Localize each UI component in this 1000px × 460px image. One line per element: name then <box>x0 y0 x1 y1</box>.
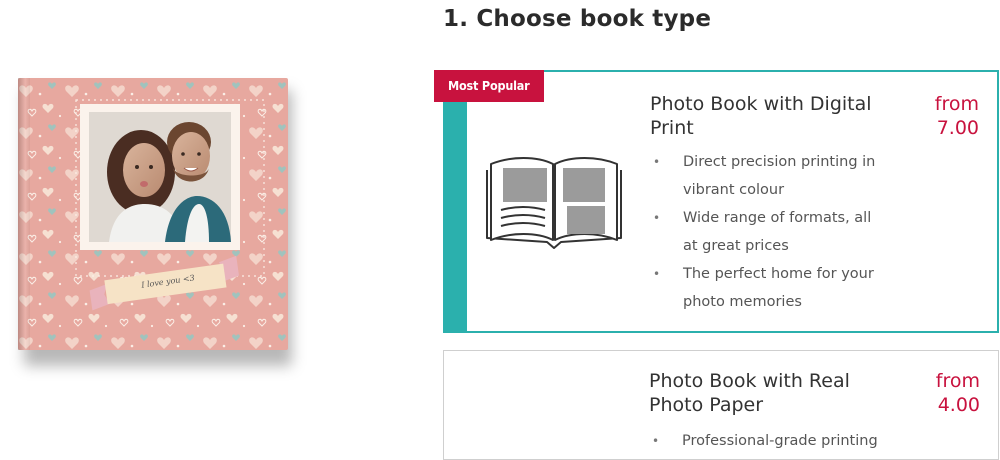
open-book-icon <box>486 157 622 249</box>
price-prefix: from <box>934 93 979 115</box>
bullet-icon: • <box>653 267 661 281</box>
book-spine <box>18 78 30 350</box>
bullet-icon: • <box>652 434 660 448</box>
price-value: 4.00 <box>937 394 980 416</box>
feature-text: Direct precision printing in vibrant col… <box>683 154 876 198</box>
section-title: 1. Choose book type <box>443 6 712 32</box>
most-popular-badge: Most Popular <box>434 70 544 102</box>
card-title: Photo Book with Digital Print <box>650 93 872 139</box>
feature-text: Wide range of formats, all at great pric… <box>683 210 872 254</box>
bullet-icon: • <box>653 155 661 169</box>
list-item: • Direct precision printing in vibrant co… <box>650 148 890 204</box>
list-item: • The perfect home for your photo memorie… <box>650 260 890 316</box>
card-price: from 4.00 <box>900 369 980 417</box>
price-value: 7.00 <box>936 117 979 139</box>
feature-text: Professional-grade printing <box>682 433 878 449</box>
card-price: from 7.00 <box>899 92 979 140</box>
feature-list: • Direct precision printing in vibrant co… <box>650 148 890 316</box>
price-prefix: from <box>935 370 980 392</box>
book-type-option-digital-print[interactable]: Most Popular Photo Book with Digital Pri… <box>434 70 999 333</box>
list-item: • Wide range of formats, all at great pri… <box>650 204 890 260</box>
book-cover-preview: I love you <3 <box>8 70 308 370</box>
book-cover-image <box>18 78 288 350</box>
selected-accent-strip <box>445 72 467 331</box>
card-title: Photo Book with Real Photo Paper <box>649 370 850 416</box>
bullet-icon: • <box>653 211 661 225</box>
list-item: • Professional-grade printing <box>649 427 889 455</box>
feature-list: • Professional-grade printing <box>649 427 889 455</box>
feature-text: The perfect home for your photo memories <box>683 266 874 310</box>
